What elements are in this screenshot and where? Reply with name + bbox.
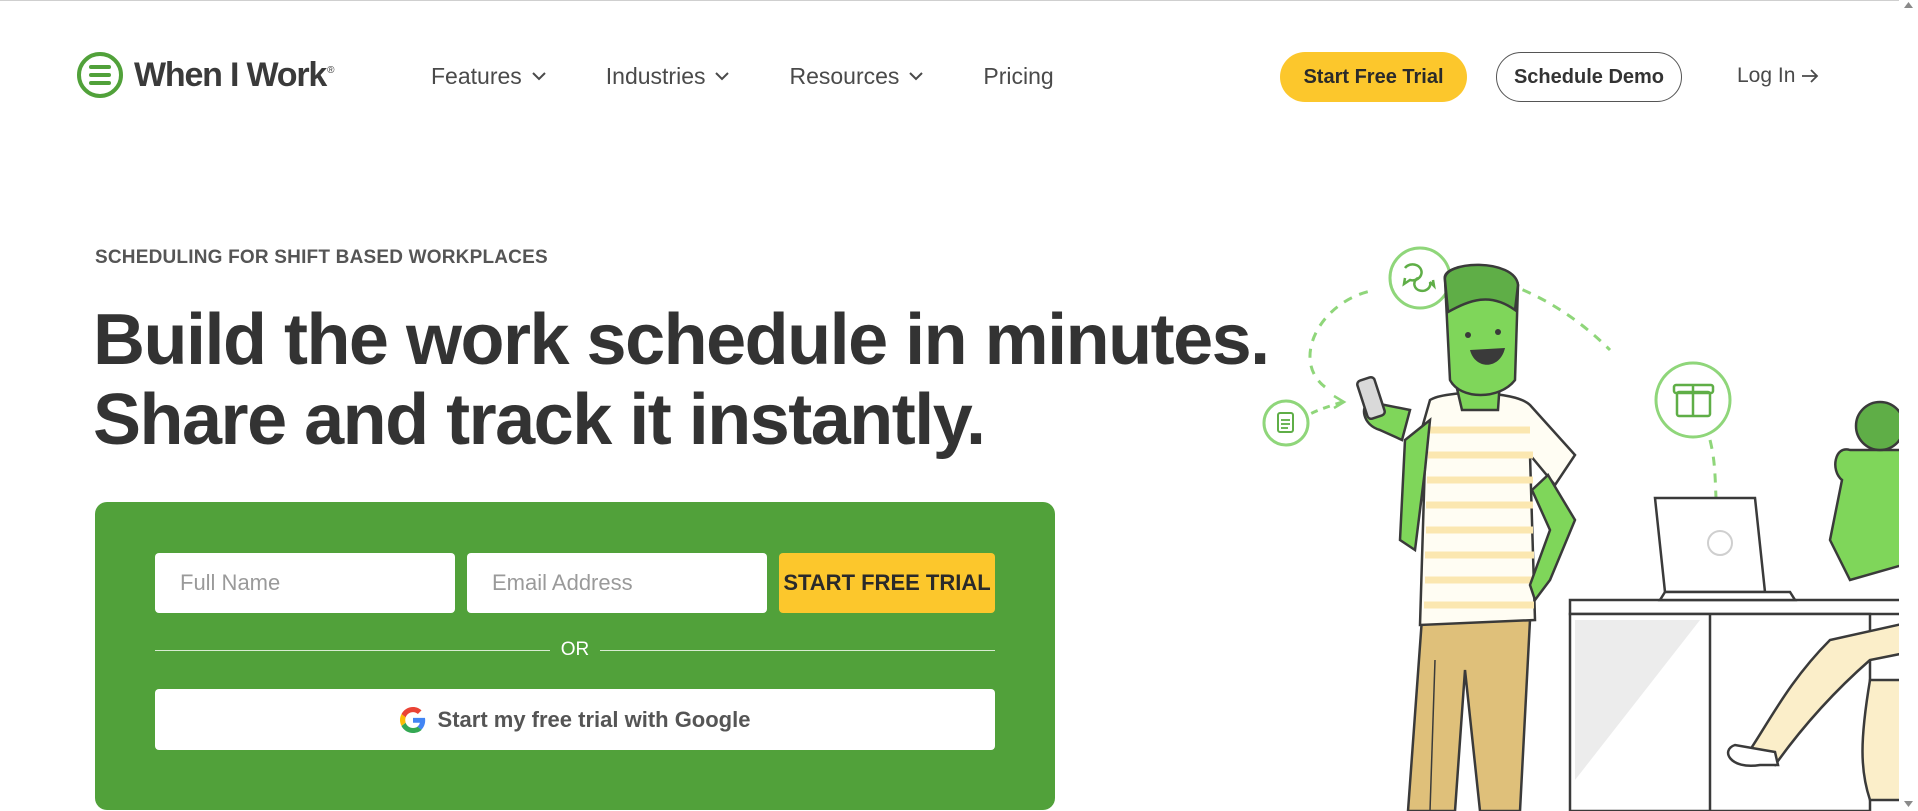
document-icon (1262, 399, 1310, 447)
google-signup-button[interactable]: Start my free trial with Google (155, 689, 995, 750)
scrollbar[interactable] (1899, 0, 1918, 811)
schedule-demo-button[interactable]: Schedule Demo (1496, 52, 1682, 102)
nav-pricing-label: Pricing (983, 63, 1054, 89)
or-divider: OR (155, 639, 995, 660)
hero-illustration (1262, 246, 1918, 811)
site-header: When I Work® Features Industries Resourc… (0, 40, 1918, 112)
nav-resources[interactable]: Resources (789, 63, 924, 90)
google-button-label: Start my free trial with Google (437, 706, 751, 732)
scroll-up-icon[interactable] (1903, 0, 1914, 10)
signup-submit-button[interactable]: START FREE TRIAL (779, 553, 995, 613)
hero-eyebrow: SCHEDULING FOR SHIFT BASED WORKPLACES (95, 247, 548, 268)
nav-features-label: Features (431, 63, 522, 89)
dashed-arc-left (1308, 288, 1376, 389)
chevron-down-icon (909, 72, 924, 81)
gift-icon (1654, 361, 1732, 439)
man-figure (1356, 263, 1577, 811)
chevron-down-icon (715, 72, 730, 81)
dashed-arc-right (1708, 439, 1718, 499)
nav-pricing[interactable]: Pricing (983, 63, 1053, 90)
nav-features[interactable]: Features (431, 63, 546, 90)
brand-logo[interactable]: When I Work® (76, 51, 334, 99)
nav-industries[interactable]: Industries (606, 63, 730, 90)
top-border (0, 0, 1918, 1)
divider-line-left (155, 650, 550, 651)
google-icon (399, 706, 425, 733)
headline-line-1: Build the work schedule in minutes. (93, 300, 1270, 380)
logo-wordmark: When I Work® (134, 55, 334, 94)
login-link[interactable]: Log In (1737, 64, 1819, 88)
signup-card: START FREE TRIAL OR Start my free trial … (95, 502, 1055, 810)
chevron-down-icon (532, 72, 546, 81)
arrow-right-icon (1802, 69, 1819, 83)
start-free-trial-button[interactable]: Start Free Trial (1280, 52, 1467, 102)
logo-mark-icon (77, 52, 123, 98)
scroll-down-icon[interactable] (1903, 799, 1914, 809)
headline-line-2: Share and track it instantly. (93, 380, 986, 460)
main-nav: Features Industries Resources Pricing (431, 63, 1114, 90)
or-label: OR (560, 639, 590, 660)
divider-line-right (600, 650, 995, 651)
nav-industries-label: Industries (605, 63, 706, 89)
full-name-input[interactable] (155, 553, 455, 613)
nav-resources-label: Resources (789, 63, 900, 89)
hero-headline: Build the work schedule in minutes. Shar… (93, 300, 1270, 460)
email-input[interactable] (467, 553, 767, 613)
login-label: Log In (1737, 64, 1796, 87)
chat-bubbles-icon (1388, 246, 1452, 310)
